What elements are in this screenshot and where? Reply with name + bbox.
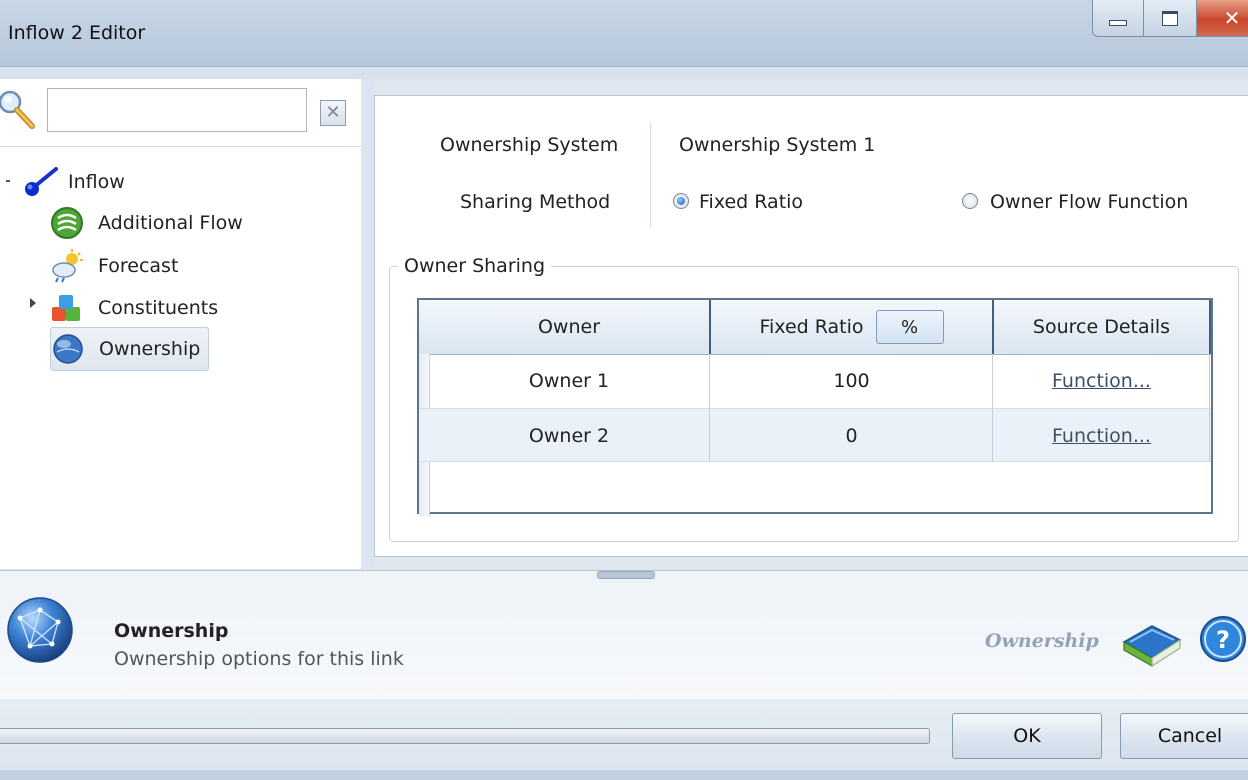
svg-text:?: ? xyxy=(1216,626,1230,654)
help-icon[interactable]: ? xyxy=(1198,614,1248,664)
radio-fixed-ratio-label[interactable]: Fixed Ratio xyxy=(699,191,803,213)
constituents-icon xyxy=(52,295,80,321)
tree-item-label: Constituents xyxy=(98,297,219,319)
sharing-method-label: Sharing Method xyxy=(460,191,611,213)
row-divider xyxy=(419,461,1211,462)
owner-sharing-grid: Owner Fixed Ratio % Source Details Owner… xyxy=(417,298,1213,516)
grid-header: Owner Fixed Ratio % Source Details xyxy=(419,300,1211,355)
function-link[interactable]: Function... xyxy=(1052,370,1151,392)
owner-cell[interactable]: Owner 2 xyxy=(429,409,709,462)
radio-owner-flow-function-label[interactable]: Owner Flow Function xyxy=(990,191,1188,213)
source-details-cell[interactable]: Function... xyxy=(994,354,1209,408)
column-header-source-details[interactable]: Source Details xyxy=(994,300,1209,354)
pane-splitter[interactable] xyxy=(361,79,374,569)
grid-body: Owner 1 100 Function... Owner 2 0 Functi… xyxy=(419,354,1211,516)
field-divider xyxy=(650,122,651,228)
close-icon: ✕ xyxy=(1223,6,1241,30)
maximize-button[interactable] xyxy=(1143,0,1197,37)
tree-divider xyxy=(0,146,361,147)
expand-arrow-icon[interactable] xyxy=(30,298,36,308)
ownership-system-label: Ownership System xyxy=(440,134,619,156)
tree-item-constituents[interactable]: Constituents xyxy=(50,290,218,326)
book-icon[interactable] xyxy=(1120,608,1184,672)
owner-sharing-title: Owner Sharing xyxy=(398,255,552,277)
inflow-icon xyxy=(25,167,58,196)
table-row[interactable]: Owner 2 0 Function... xyxy=(419,409,1211,462)
tree-connector xyxy=(6,180,10,182)
column-header-fixed-ratio[interactable]: Fixed Ratio % xyxy=(711,300,992,354)
splitter-grip[interactable] xyxy=(597,571,655,579)
tree-item-additional-flow[interactable]: Additional Flow xyxy=(50,205,243,241)
owner-cell[interactable]: Owner 1 xyxy=(429,354,709,408)
table-row[interactable]: Owner 1 100 Function... xyxy=(419,354,1211,408)
minimize-icon xyxy=(1109,20,1127,26)
tree-item-label: Ownership xyxy=(99,338,201,360)
tree-item-inflow[interactable]: Inflow xyxy=(20,164,125,200)
search-icon xyxy=(0,90,35,129)
forecast-icon xyxy=(52,249,83,283)
function-link[interactable]: Function... xyxy=(1052,425,1151,447)
title-bar: Inflow 2 Editor ✕ xyxy=(0,0,1248,67)
source-details-cell[interactable]: Function... xyxy=(994,409,1209,462)
column-header-owner[interactable]: Owner xyxy=(429,300,709,354)
cancel-button[interactable]: Cancel xyxy=(1120,713,1248,759)
clear-icon: ✕ xyxy=(325,102,341,123)
tree-item-label: Inflow xyxy=(68,171,125,193)
percent-unit-button[interactable]: % xyxy=(875,310,944,344)
cell-divider xyxy=(992,354,993,462)
info-tag: Ownership xyxy=(985,630,1099,652)
fixed-ratio-cell[interactable]: 0 xyxy=(711,409,992,462)
minimize-button[interactable] xyxy=(1092,0,1144,37)
ownership-globe-icon xyxy=(53,334,83,364)
ownership-system-value: Ownership System 1 xyxy=(679,134,876,156)
info-description: Ownership options for this link xyxy=(114,648,404,670)
column-divider xyxy=(1209,300,1211,354)
cell-divider xyxy=(709,354,710,462)
frame-band xyxy=(0,67,1248,79)
window-bottom-border xyxy=(0,770,1248,780)
radio-unselected-icon[interactable] xyxy=(962,193,978,209)
radio-selected-icon[interactable] xyxy=(673,193,689,209)
search-input[interactable] xyxy=(47,88,307,132)
window-title: Inflow 2 Editor xyxy=(8,22,146,44)
ownership-globe-icon xyxy=(7,597,73,663)
maximize-icon xyxy=(1162,10,1178,26)
close-button[interactable]: ✕ xyxy=(1196,0,1248,37)
tree-item-label: Additional Flow xyxy=(98,212,243,234)
cell-divider xyxy=(1209,354,1210,462)
additional-flow-icon xyxy=(51,207,83,239)
progress-bar xyxy=(0,728,930,744)
tree-item-ownership[interactable]: Ownership xyxy=(50,327,210,371)
fixed-ratio-cell[interactable]: 100 xyxy=(711,354,992,408)
ok-button[interactable]: OK xyxy=(952,713,1102,759)
tree-item-label: Forecast xyxy=(98,255,179,277)
clear-search-button[interactable]: ✕ xyxy=(320,100,346,126)
info-title: Ownership xyxy=(114,620,229,642)
tree-item-forecast[interactable]: Forecast xyxy=(50,248,178,284)
